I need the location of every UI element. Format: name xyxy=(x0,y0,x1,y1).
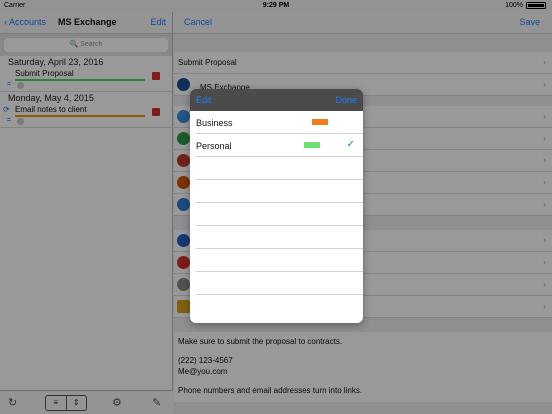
popover-done-button[interactable]: Done xyxy=(335,95,357,105)
popover-edit-button[interactable]: Edit xyxy=(196,95,212,105)
category-option-personal[interactable]: Personal ✓ xyxy=(196,134,363,157)
popover-header: Edit Done xyxy=(190,89,363,111)
checkmark-icon: ✓ xyxy=(346,139,355,150)
empty-row xyxy=(196,249,363,272)
category-option-business[interactable]: Business xyxy=(196,111,363,134)
category-label: Personal xyxy=(196,141,232,151)
category-color-swatch xyxy=(312,119,328,125)
empty-row xyxy=(196,226,363,249)
empty-row xyxy=(196,272,363,295)
empty-row xyxy=(196,180,363,203)
category-color-swatch xyxy=(304,142,320,148)
category-label: Business xyxy=(196,118,233,128)
category-picker-popover: Edit Done Business Personal ✓ xyxy=(190,89,363,323)
empty-row xyxy=(196,203,363,226)
empty-row xyxy=(196,157,363,180)
